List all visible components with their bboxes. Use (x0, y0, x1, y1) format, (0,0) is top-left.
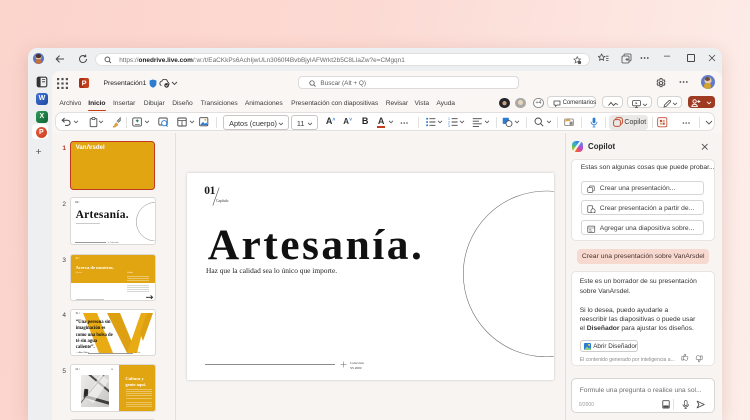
svg-text:3: 3 (448, 124, 450, 127)
svg-text:P: P (82, 78, 87, 87)
